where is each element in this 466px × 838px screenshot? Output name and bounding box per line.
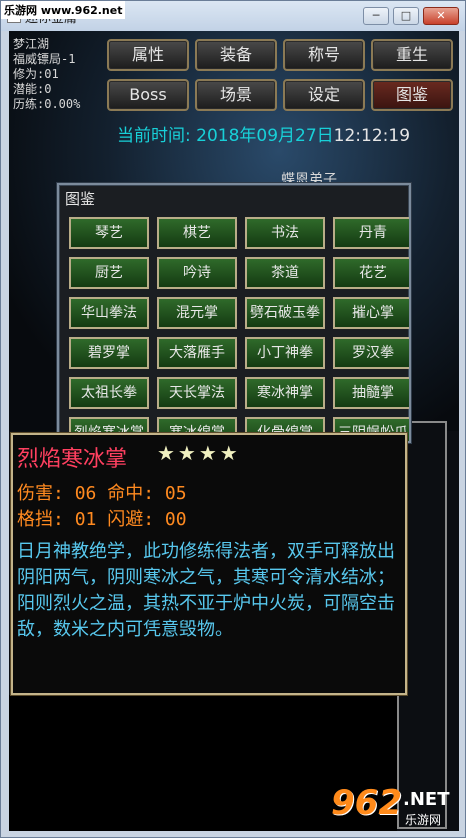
block-dodge-row: 格挡: 01 闪避: 00	[17, 505, 187, 531]
time-label: 当前时间:	[117, 126, 191, 146]
logo-number: 962	[331, 783, 402, 823]
hit-value: 05	[164, 483, 187, 504]
skill-button[interactable]: 书法	[245, 217, 325, 249]
skill-button[interactable]: 罗汉拳	[333, 337, 409, 369]
skill-button[interactable]: 茶道	[245, 257, 325, 289]
skill-button[interactable]: 混元掌	[157, 297, 237, 329]
hit-label: 命中:	[107, 483, 155, 504]
skill-description: 日月神教绝学，此功修练得法者，双手可释放出阴阳两气，阴则寒冰之气，其寒可令清水结…	[17, 541, 395, 640]
damage-label: 伤害:	[17, 483, 64, 504]
maximize-button[interactable]: □	[393, 7, 419, 25]
skill-button[interactable]: 天长掌法	[157, 377, 237, 409]
watermark-text: 乐游网 www.962.net	[1, 1, 126, 19]
app-window: 迷你金庸 乐游网 www.962.net ─ □ ✕ 梦江湖 福威镖局-1 修为…	[0, 0, 466, 838]
scene-button[interactable]: 场景	[195, 79, 277, 111]
codex-button[interactable]: 图鉴	[371, 79, 453, 111]
minimize-button[interactable]: ─	[363, 7, 389, 25]
damage-hit-row: 伤害: 06 命中: 05	[17, 479, 187, 505]
skill-button[interactable]: 劈石破玉拳	[245, 297, 325, 329]
damage-value: 06	[74, 483, 97, 504]
codex-panel: 图鉴 琴艺 棋艺 书法 丹青厨艺 吟诗 茶道 花艺华山拳法 混元掌 劈石破玉拳 摧心掌碧罗掌 大落雁…	[57, 183, 411, 443]
experience-stat: 历练:0.00%	[13, 97, 81, 111]
time-value: 12:12:19	[333, 126, 411, 146]
equipment-button[interactable]: 装备	[195, 39, 277, 71]
titles-button[interactable]: 称号	[283, 39, 365, 71]
skill-button[interactable]: 厨艺	[69, 257, 149, 289]
cultivation-stat: 修为:01	[13, 67, 59, 81]
dodge-value: 00	[164, 509, 187, 530]
settings-button[interactable]: 设定	[283, 79, 365, 111]
site-logo: 962 .NET 乐游网	[331, 783, 457, 831]
skill-button[interactable]: 吟诗	[157, 257, 237, 289]
skill-detail-card: 烈焰寒冰掌 ★★★★ 伤害: 06 命中: 05 格挡: 01 闪避: 00 日…	[11, 433, 407, 695]
attributes-button[interactable]: 属性	[107, 39, 189, 71]
current-time: 当前时间: 2018年09月27日12:12:19	[117, 121, 410, 146]
dodge-label: 闪避:	[107, 509, 155, 530]
skill-button[interactable]: 碧罗掌	[69, 337, 149, 369]
map-name: 梦江湖	[13, 37, 50, 51]
panel-title: 图鉴	[65, 190, 96, 208]
skill-button[interactable]: 小丁神拳	[245, 337, 325, 369]
potential-stat: 潜能:0	[13, 82, 52, 96]
skill-button[interactable]: 棋艺	[157, 217, 237, 249]
skill-name: 烈焰寒冰掌	[17, 447, 128, 472]
block-value: 01	[74, 509, 97, 530]
skill-button[interactable]: 花艺	[333, 257, 409, 289]
skill-button[interactable]: 寒冰神掌	[245, 377, 325, 409]
close-button[interactable]: ✕	[423, 7, 459, 25]
skill-button[interactable]: 丹青	[333, 217, 409, 249]
star-rating: ★★★★	[157, 441, 241, 465]
skill-button[interactable]: 摧心掌	[333, 297, 409, 329]
skill-button[interactable]: 大落雁手	[157, 337, 237, 369]
skill-button[interactable]: 抽髓掌	[333, 377, 409, 409]
logo-net: .NET	[403, 789, 450, 810]
logo-site-name: 乐游网	[405, 813, 442, 827]
player-stats: 梦江湖 福威镖局-1 修为:01 潜能:0 历练:0.00%	[13, 37, 80, 112]
skill-button[interactable]: 太祖长拳	[69, 377, 149, 409]
game-area: 梦江湖 福威镖局-1 修为:01 潜能:0 历练:0.00% 属性 装备 称号 …	[9, 31, 459, 831]
skill-button[interactable]: 琴艺	[69, 217, 149, 249]
skill-button[interactable]: 华山拳法	[69, 297, 149, 329]
rebirth-button[interactable]: 重生	[371, 39, 453, 71]
block-label: 格挡:	[17, 509, 64, 530]
title-bar[interactable]: 迷你金庸 乐游网 www.962.net ─ □ ✕	[1, 1, 465, 31]
date-value: 2018年09月27日	[196, 126, 334, 146]
boss-button[interactable]: Boss	[107, 79, 189, 111]
location-name: 福威镖局-1	[13, 52, 76, 66]
